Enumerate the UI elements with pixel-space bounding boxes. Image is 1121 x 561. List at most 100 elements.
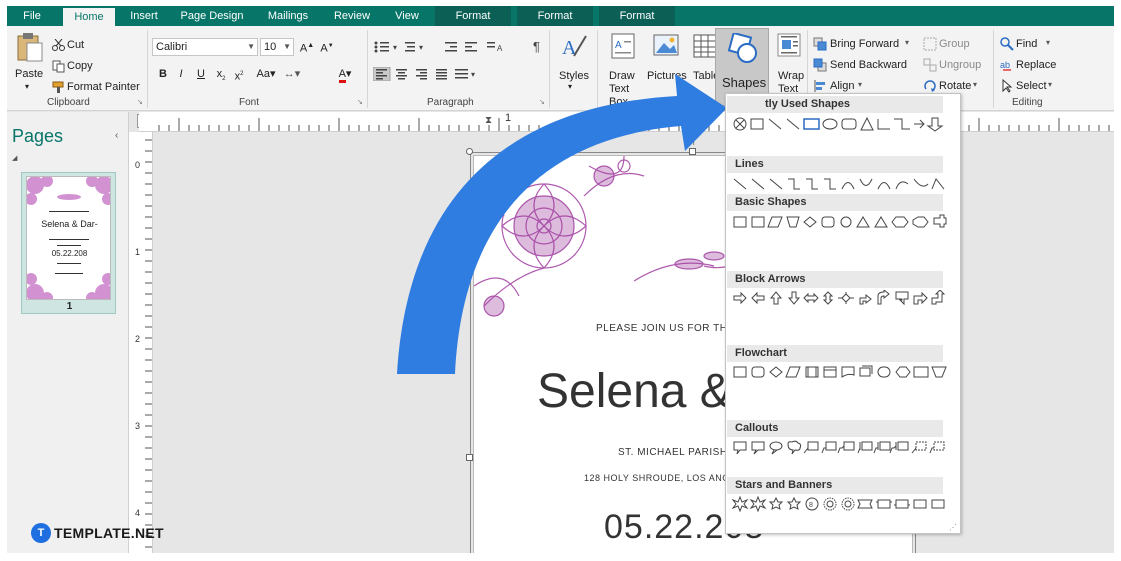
tab-home[interactable]: Home [63,8,115,26]
block-arrows-shapes[interactable] [732,290,948,306]
select-button[interactable]: Select [1016,80,1047,92]
chevron-down-icon[interactable]: ▾ [973,80,977,89]
clipboard-launcher-icon[interactable]: ↘ [137,98,143,106]
tab-format-2[interactable]: Format [517,6,593,26]
font-size-select[interactable]: 10 ▼ [260,38,294,56]
pages-pane-title: Pages [12,126,64,146]
thumbnail-lace-decoration [27,177,110,299]
italic-icon[interactable]: I [173,66,189,82]
page-number: 1 [66,301,73,312]
font-color-icon[interactable]: A▾ [335,66,355,83]
send-backward-button[interactable]: Send Backward [830,59,907,71]
tab-mailings[interactable]: Mailings [259,6,317,26]
character-spacing-icon[interactable]: ↔▾ [281,66,303,82]
replace-button[interactable]: Replace [1016,59,1056,71]
pictures-icon[interactable] [652,32,680,60]
wrap-text-icon[interactable] [777,32,801,60]
format-painter-button[interactable]: Format Painter [67,81,140,93]
collapse-pane-icon[interactable]: ‹ [115,130,118,141]
grow-font-icon[interactable]: A▲ [299,38,315,55]
thumbnail-date: 05.22.208 [51,249,88,258]
align-button[interactable]: Align [830,80,854,92]
bring-forward-button[interactable]: Bring Forward [830,38,899,50]
paste-button[interactable]: Paste [15,68,43,80]
chevron-down-icon[interactable]: ▾ [1048,80,1052,89]
recently-used-header: tly Used Shapes [727,96,943,113]
bring-forward-icon[interactable] [813,37,827,51]
page-thumbnail[interactable]: Selena & Dar- 05.22.208 1 [21,172,116,314]
paragraph-row1-icons[interactable]: ▾ ▾ A ¶ [373,40,543,54]
tab-review[interactable]: Review [325,6,379,26]
chevron-down-icon[interactable]: ▾ [858,80,862,89]
rotate-icon[interactable] [923,79,937,93]
paste-icon[interactable] [15,31,45,63]
styles-icon[interactable]: A [560,32,588,60]
find-button[interactable]: Find [1016,38,1037,50]
stars-banners-header: Stars and Banners [727,477,943,494]
block-arrows-header: Block Arrows [727,271,943,288]
template-logo-icon: T [31,523,51,543]
publisher-window: File Home Insert Page Design Mailings Re… [7,6,1114,553]
rotate-button[interactable]: Rotate [939,80,971,92]
align-icon[interactable] [813,79,827,93]
vertical-ruler: 0 1 2 3 4 [129,132,153,553]
tab-view[interactable]: View [385,6,429,26]
watermark-text: TEMPLATE.NET [54,525,164,541]
find-icon[interactable] [1000,37,1014,51]
shapes-icon [727,33,757,63]
expand-triangle-icon[interactable]: ◢ [12,154,17,162]
ruler-ticks [145,139,152,548]
font-name-value: Calibri [156,41,188,53]
basic-shapes[interactable]: {} [732,214,948,230]
table-icon[interactable] [693,32,717,60]
tab-format-1[interactable]: Format [435,6,511,26]
send-backward-icon[interactable] [813,58,827,72]
ribbon-tab-bar: File Home Insert Page Design Mailings Re… [7,6,1114,26]
underline-icon[interactable]: U [193,66,209,82]
tab-format-3[interactable]: Format [599,6,675,26]
chevron-down-icon[interactable]: ▾ [905,38,909,47]
chevron-down-icon[interactable]: ▾ [1046,38,1050,47]
tab-file[interactable]: File [7,6,57,26]
gallery-resize-grip-icon[interactable]: ⋰ [949,523,957,532]
pages-pane: Pages ‹ ◢ Selena & Dar- 05.22.208 1 [7,112,129,553]
font-size-value: 10 [264,41,277,53]
callouts-shapes[interactable] [732,439,948,455]
group-button[interactable]: Group [939,38,970,50]
svg-text:A: A [615,40,622,51]
group-icon[interactable] [923,37,937,51]
bold-icon[interactable]: B [155,66,171,82]
copy-icon[interactable] [52,60,65,73]
format-painter-icon[interactable] [52,81,66,94]
replace-icon[interactable]: ab [1000,58,1014,72]
shrink-font-icon[interactable]: A▼ [319,38,335,55]
group-divider [993,30,994,108]
lines-header: Lines [727,156,943,173]
resize-handle[interactable] [466,454,473,461]
subscript-icon[interactable]: x2 [213,66,229,82]
superscript-icon[interactable]: x2 [231,66,247,83]
flowchart-shapes[interactable] [732,364,948,380]
church-name[interactable]: ST. MICHAEL PARISH C [618,447,739,458]
svg-text:ab: ab [1000,60,1010,70]
draw-text-box-icon[interactable]: A [610,32,636,60]
copy-button[interactable]: Copy [67,60,93,72]
font-launcher-icon[interactable]: ↘ [357,98,363,106]
svg-text:8: 8 [809,502,813,509]
font-name-select[interactable]: Calibri ▼ [152,38,258,56]
paste-dropdown-icon[interactable]: ▾ [25,82,29,91]
ungroup-icon[interactable] [923,58,937,72]
tab-page-design[interactable]: Page Design [175,6,249,26]
vruler-number-1: 1 [135,247,141,257]
church-address[interactable]: 128 HOLY SHROUDE, LOS ANGEL [584,473,742,483]
cut-icon[interactable] [52,39,65,51]
recently-used-shapes[interactable]: {} [732,116,948,132]
cut-button[interactable]: Cut [67,39,84,51]
lines-shapes[interactable] [732,176,948,192]
select-icon[interactable] [1000,79,1014,93]
change-case-icon[interactable]: Aa▾ [254,66,278,82]
stars-banners-shapes[interactable]: 8 [732,496,948,512]
ungroup-button[interactable]: Ungroup [939,59,981,71]
thumbnail-preview: Selena & Dar- 05.22.208 [26,176,111,300]
tab-insert[interactable]: Insert [119,6,169,26]
